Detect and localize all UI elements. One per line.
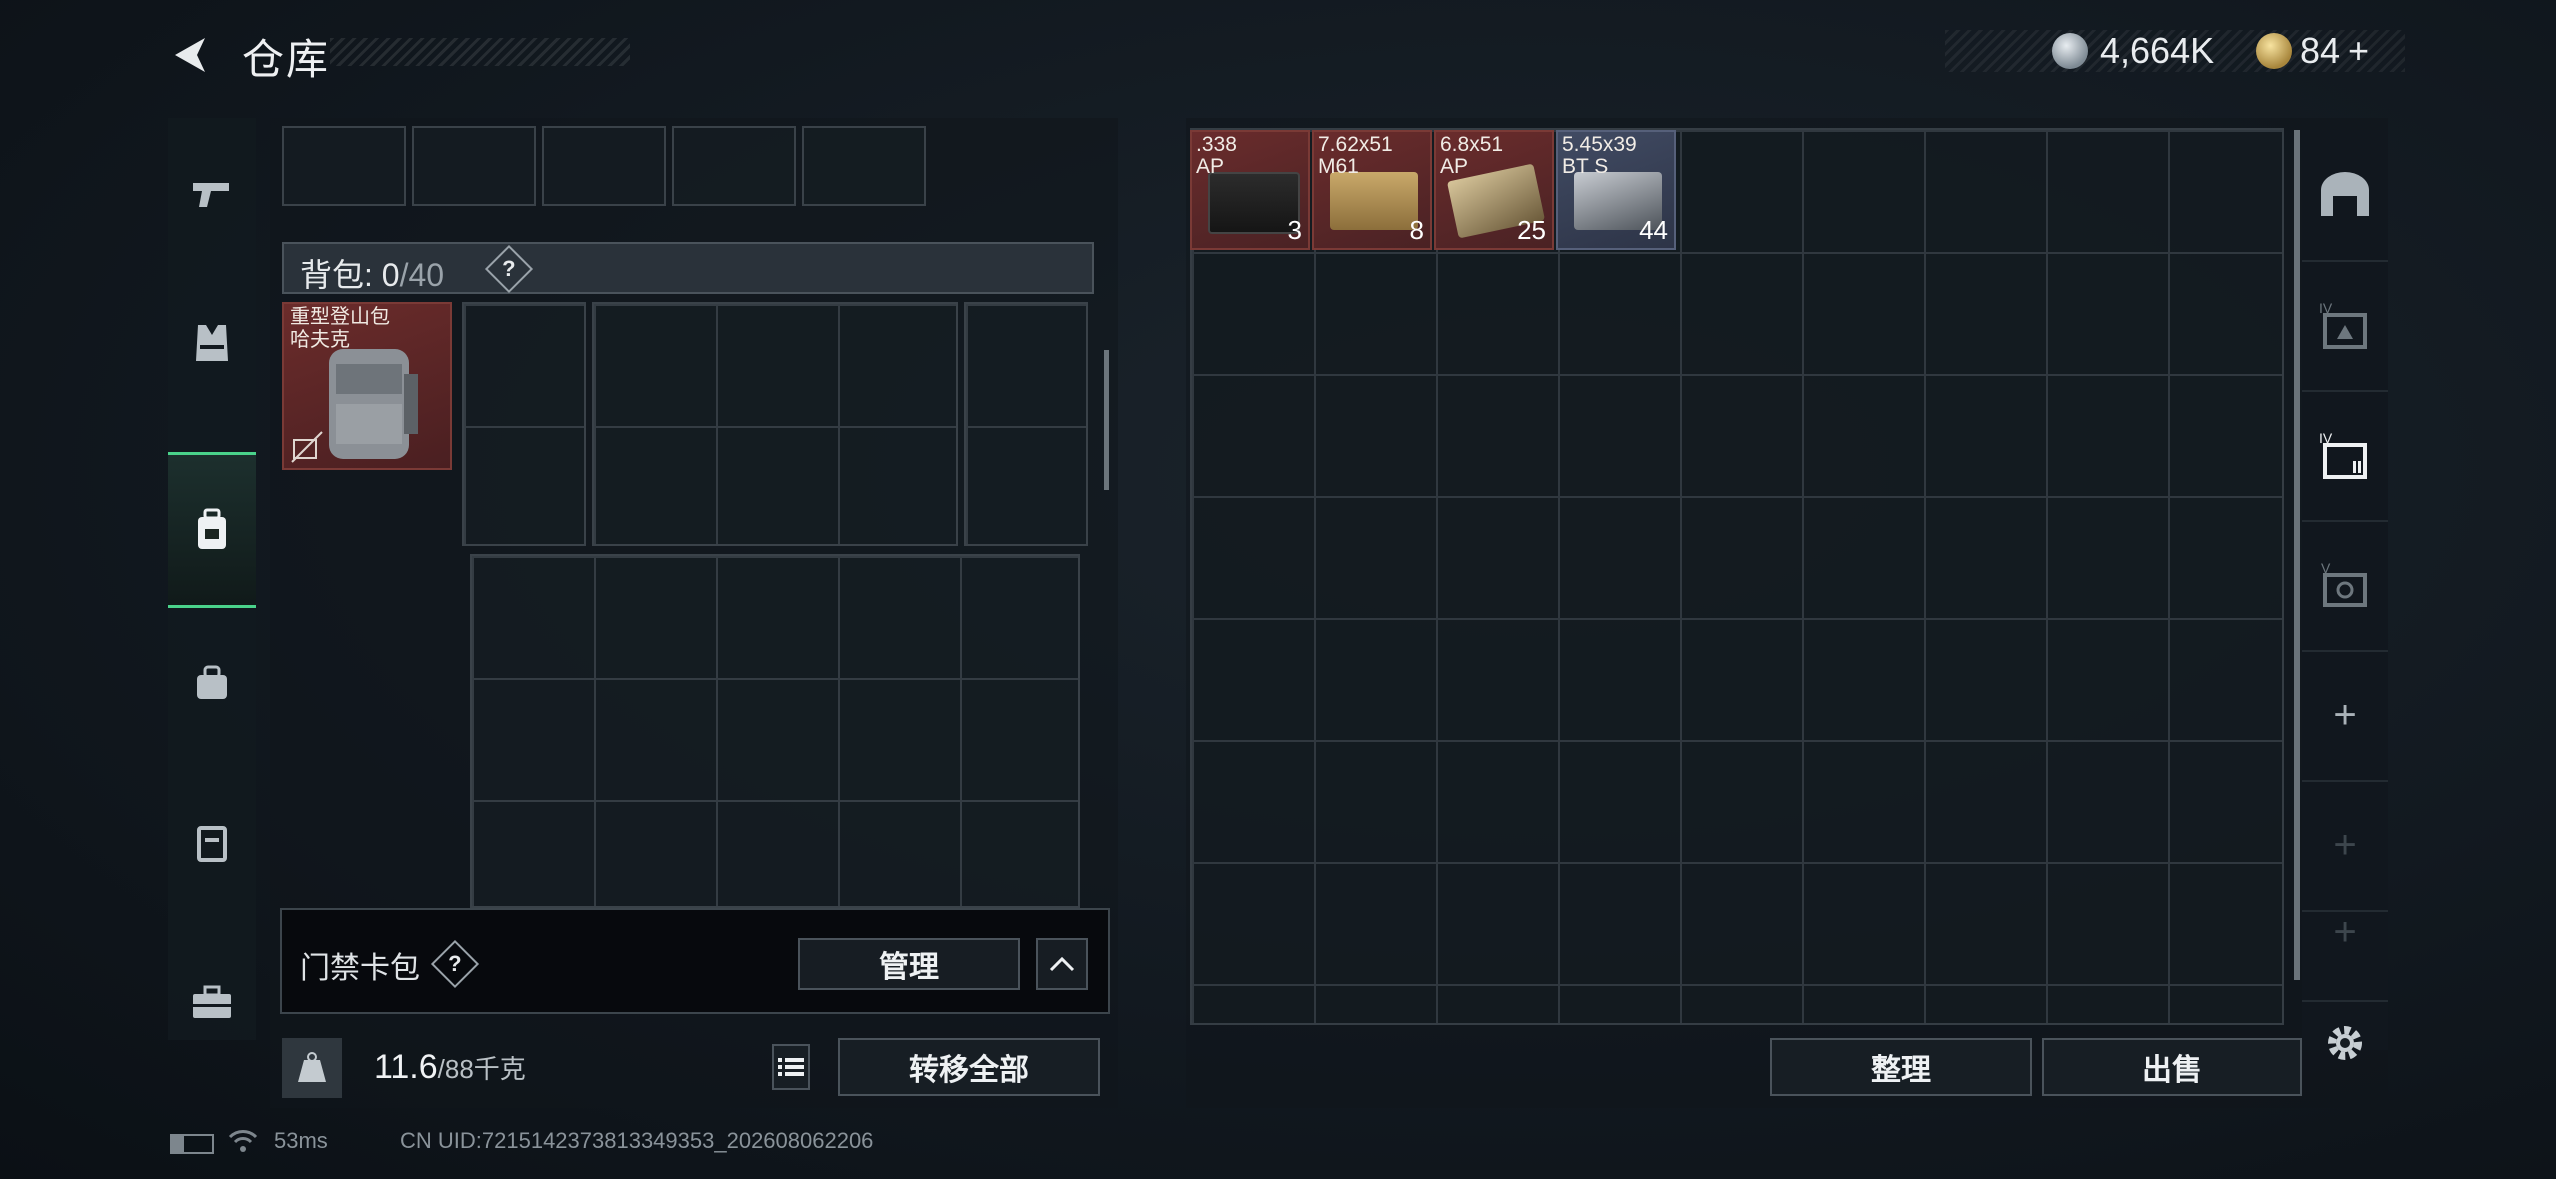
ammo-box-image [1330, 172, 1418, 230]
stash-arch-icon [2321, 172, 2369, 216]
nav-armor[interactable] [168, 268, 256, 418]
pouch-icon [197, 665, 227, 699]
silver-coin-icon [2052, 33, 2088, 69]
top-slot[interactable] [672, 126, 796, 206]
item-count: 8 [1409, 215, 1424, 245]
top-slot[interactable] [802, 126, 926, 206]
stash-grid[interactable] [1190, 128, 2284, 1025]
chevron-up-icon [1049, 956, 1075, 972]
backpack-label: 背包: [300, 257, 382, 293]
no-transfer-icon [291, 431, 323, 463]
nav-weapon[interactable] [168, 118, 256, 268]
weight-current: 11.6 [374, 1048, 438, 1086]
container-v-icon: V [2321, 560, 2367, 607]
title-stripe [330, 38, 630, 66]
user-uid: CN UID:7215142373813349353_202608062206 [400, 1128, 874, 1153]
item-name: 7.62x51 M61 [1318, 133, 1393, 178]
stash-tab-container-2[interactable]: IV [2302, 390, 2388, 522]
top-slot[interactable] [412, 126, 536, 206]
container-iv-icon: IV [2319, 300, 2367, 349]
item-count: 25 [1517, 215, 1546, 245]
container-iv-active-icon: IV [2319, 430, 2367, 479]
stash-item[interactable]: 6.8x51 AP 25 [1434, 130, 1554, 250]
list-icon [778, 1058, 804, 1076]
stash-item[interactable]: 7.62x51 M61 8 [1312, 130, 1432, 250]
stash-tab-main[interactable] [2302, 130, 2388, 262]
backpack-grid[interactable] [592, 302, 958, 546]
backpack-icon [198, 508, 226, 549]
sort-button[interactable]: 整理 [1770, 1038, 2032, 1096]
add-stash-tab-button[interactable]: + [2302, 780, 2388, 912]
backpack-grid[interactable] [470, 554, 1080, 908]
backpack-count: 0 [381, 257, 400, 293]
nav-case[interactable] [168, 768, 256, 918]
ammo-box-image [1208, 172, 1300, 234]
weight-value: 11.6/88千克 [374, 1048, 526, 1087]
item-name: 5.45x39 BT S [1562, 133, 1637, 178]
backpack-capacity: /40 [399, 257, 445, 293]
page-title: 仓库 [242, 36, 331, 83]
vest-icon [196, 325, 228, 361]
gold-coin-icon [2256, 33, 2292, 69]
stash-tab-container-1[interactable]: IV [2302, 260, 2388, 392]
back-arrow-icon[interactable] [165, 30, 215, 80]
keycard-label: 门禁卡包 [300, 952, 420, 985]
transfer-all-button[interactable]: 转移全部 [838, 1038, 1100, 1096]
battery-icon [170, 1134, 214, 1154]
silver-currency-value: 4,664K [2100, 30, 2215, 71]
nav-pouch[interactable] [168, 608, 256, 758]
top-slot[interactable] [282, 126, 406, 206]
sell-button[interactable]: 出售 [2042, 1038, 2302, 1096]
weight-icon [282, 1038, 342, 1098]
backpack-capacity-label: 背包: 0/40 [300, 250, 444, 296]
top-slot[interactable] [542, 126, 666, 206]
case-icon [197, 826, 227, 862]
nav-backpack[interactable] [168, 452, 256, 608]
ping-value: 53ms [274, 1128, 328, 1153]
wifi-icon [228, 1128, 258, 1159]
equipped-backpack[interactable]: 重型登山包 哈夫克 [282, 302, 452, 470]
toolbox-icon [193, 985, 231, 1018]
left-nav [168, 118, 256, 1040]
add-stash-tab-button[interactable]: + [2302, 650, 2388, 782]
left-scrollbar[interactable] [1104, 350, 1109, 490]
stash-item[interactable]: .338 AP 3 [1190, 130, 1310, 250]
collapse-button[interactable] [1036, 938, 1088, 990]
stash-tab-container-3[interactable]: V [2302, 520, 2388, 652]
add-currency-button[interactable]: + [2348, 30, 2369, 72]
item-count: 44 [1639, 215, 1668, 245]
item-count: 3 [1287, 215, 1302, 245]
add-stash-tab-button[interactable]: + [2302, 910, 2388, 1002]
backpack-grid[interactable] [462, 302, 586, 546]
pistol-icon [193, 183, 229, 207]
stash-tabs: IV IV V + + + [2302, 130, 2388, 1050]
list-view-button[interactable] [772, 1044, 810, 1090]
manage-button[interactable]: 管理 [798, 938, 1020, 990]
stash-item[interactable]: 5.45x39 BT S 44 [1556, 130, 1676, 250]
backpack-grid[interactable] [964, 302, 1088, 546]
item-name: .338 AP [1196, 133, 1237, 178]
item-name: 6.8x51 AP [1440, 133, 1504, 178]
weight-max: /88千克 [437, 1054, 526, 1084]
settings-gear-icon[interactable] [2322, 1020, 2368, 1066]
nav-toolbox[interactable] [168, 928, 256, 1078]
gold-currency-value: 84 [2300, 30, 2341, 71]
stash-scrollbar[interactable] [2294, 130, 2300, 980]
